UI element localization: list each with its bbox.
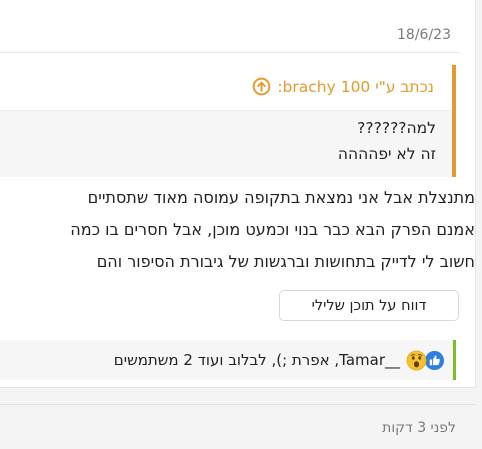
post-card: 18/6/23 נכתב ע"י brachy 100: למה?????? ז… — [0, 0, 476, 388]
quote-block: נכתב ע"י brachy 100: למה?????? זה לא יפה… — [0, 65, 456, 177]
reactions-bar[interactable]: __Tamar, אפרת ;), לבלוב ועוד 2 משתמשים — [0, 340, 456, 380]
post-body-line: אמנם הפרק הבא כבר בנוי וכמעט מוכן, אבל ח… — [70, 220, 475, 239]
reactions-accent-bar — [453, 340, 456, 380]
next-post-time: לפני 3 דקות — [382, 420, 456, 436]
post-date: 18/6/23 — [397, 27, 451, 43]
post-divider — [0, 404, 475, 405]
quote-header: נכתב ע"י brachy 100: — [0, 65, 452, 111]
post-body-line: מתנצלת אבל אני נמצאת בתקופה עמוסה מאוד ש… — [87, 188, 475, 207]
quote-author-label: נכתב ע"י brachy 100: — [277, 77, 434, 96]
quote-body: למה?????? זה לא יפהההה — [0, 111, 452, 177]
like-icon — [424, 350, 445, 371]
quote-author[interactable]: נכתב ע"י brachy 100: — [252, 77, 434, 96]
reactions-text[interactable]: __Tamar, אפרת ;), לבלוב ועוד 2 משתמשים — [114, 351, 400, 369]
quote-line: זה לא יפהההה — [337, 145, 436, 163]
quote-accent-bar — [452, 65, 456, 177]
wow-emoji-icon — [406, 350, 427, 371]
post-body-line: חשוב לי לדייק בתחושות וברגשות של גיבורת … — [96, 252, 475, 271]
arrow-up-circle-icon[interactable] — [252, 77, 271, 96]
quote-line: למה?????? — [357, 119, 436, 137]
report-negative-content-button[interactable]: דווח על תוכן שלילי — [279, 290, 459, 321]
header-divider — [0, 52, 460, 53]
